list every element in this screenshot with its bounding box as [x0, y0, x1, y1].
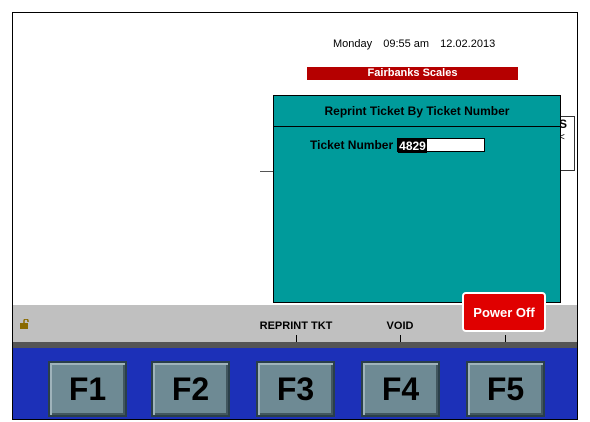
background-fragment-line2: < [559, 132, 565, 143]
date-text: 12.02.2013 [440, 38, 496, 50]
brand-banner: Fairbanks Scales [307, 67, 518, 80]
f4-function-label: VOID [386, 320, 414, 332]
dialog-title: Reprint Ticket By Ticket Number [274, 96, 560, 127]
terminal-screen: Monday 09:55 am 12.02.2013 Fairbanks Sca… [12, 12, 578, 420]
background-fragment-line1: S [559, 117, 568, 131]
f2-key[interactable]: F2 [151, 361, 230, 417]
f1-key[interactable]: F1 [48, 361, 127, 417]
f4-tick [400, 335, 401, 342]
ticket-number-value: 4829 [398, 139, 427, 153]
reprint-ticket-dialog: Reprint Ticket By Ticket Number Ticket N… [273, 95, 561, 303]
function-key-bar: F1 F2 F3 F4 F5 [13, 348, 577, 419]
power-off-button[interactable]: Power Off [462, 292, 546, 332]
f3-key[interactable]: F3 [256, 361, 335, 417]
f3-function-label: REPRINT TKT [259, 320, 333, 332]
ticket-number-label: Ticket Number [310, 138, 394, 152]
time-text: 09:55 am [383, 38, 430, 50]
f4-key[interactable]: F4 [361, 361, 440, 417]
f3-tick [296, 335, 297, 342]
padlock-open-icon [20, 319, 29, 329]
ticket-number-input[interactable]: 4829 [397, 138, 486, 153]
ticket-number-row: Ticket Number 4829 [310, 138, 486, 153]
datetime-display: Monday 09:55 am 12.02.2013 [333, 38, 503, 50]
f5-tick [505, 335, 506, 342]
f5-key[interactable]: F5 [466, 361, 545, 417]
day-text: Monday [333, 38, 373, 50]
background-divider [260, 171, 274, 172]
